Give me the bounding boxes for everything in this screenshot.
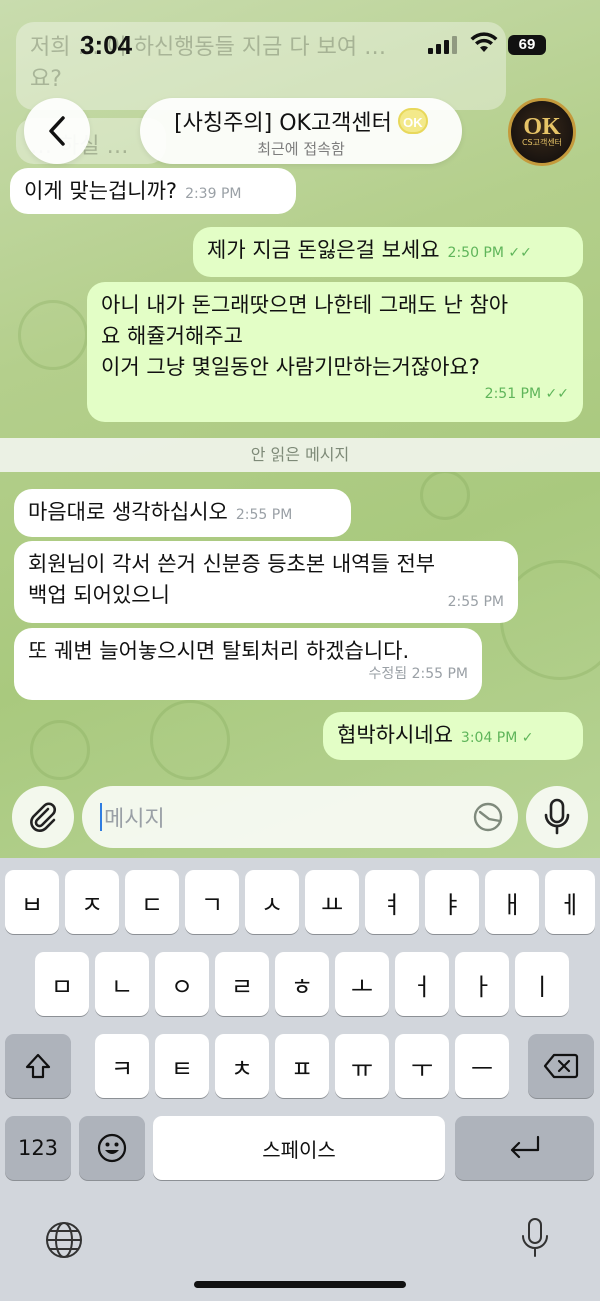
double-check-icon: ✓✓	[503, 245, 532, 261]
wifi-icon	[470, 32, 498, 52]
emoji-key[interactable]	[79, 1116, 145, 1180]
background-doodle	[30, 720, 90, 780]
key[interactable]: ㄹ	[215, 952, 269, 1016]
check-icon: ✓	[517, 730, 534, 746]
unread-divider: 안 읽은 메시지	[0, 438, 600, 472]
key[interactable]: ㅗ	[335, 952, 389, 1016]
outgoing-message[interactable]: 제가 지금 돈잃은걸 보세요 2:50 PM ✓✓	[193, 227, 583, 277]
outgoing-message[interactable]: 협박하시네요 3:04 PM ✓	[323, 712, 583, 760]
key[interactable]: ㅂ	[5, 870, 59, 934]
message-text: 제가 지금 돈잃은걸 보세요	[207, 238, 440, 262]
return-key[interactable]	[455, 1116, 594, 1180]
message-line: 이거 그냥 몇일동안 사람기만하는거잖아요?	[101, 355, 480, 379]
message-meta: 2:51 PM ✓✓	[101, 385, 569, 403]
battery-indicator: 69	[508, 35, 546, 55]
key[interactable]: ㅌ	[155, 1034, 209, 1098]
avatar-logo-text: OK	[523, 114, 561, 140]
key[interactable]: ㅅ	[245, 870, 299, 934]
chat-title-pill[interactable]: [사칭주의] OK고객센터 OK 최근에 접속함	[140, 98, 462, 164]
outgoing-message[interactable]: 아니 내가 돈그래땃으면 나한테 그래도 난 참아 요 해쥴거해주고 이거 그냥…	[87, 282, 583, 422]
avatar-logo-subtext: CS고객센터	[521, 138, 563, 147]
key[interactable]: ㄴ	[95, 952, 149, 1016]
message-input-placeholder: 메시지	[104, 807, 165, 832]
emoji-icon	[97, 1133, 127, 1163]
key[interactable]: ㄷ	[125, 870, 179, 934]
home-indicator[interactable]	[194, 1281, 406, 1288]
message-meta: 수정됨 2:55 PM	[28, 665, 468, 683]
key[interactable]: ㄱ	[185, 870, 239, 934]
message-time: 2:50 PM	[447, 245, 504, 261]
message-time: 2:51 PM	[484, 386, 542, 402]
status-time: 3:04	[80, 30, 133, 60]
shift-key[interactable]	[5, 1034, 71, 1098]
key[interactable]: ㅍ	[275, 1034, 329, 1098]
return-icon	[510, 1135, 539, 1159]
shift-icon	[25, 1053, 51, 1079]
incoming-message[interactable]: 마음대로 생각하십시오 2:55 PM	[14, 489, 351, 537]
message-text: 협박하시네요	[337, 723, 453, 747]
background-doodle	[420, 470, 470, 520]
status-bar: 3:04 69	[0, 0, 600, 90]
message-time: 2:39 PM	[185, 186, 242, 202]
incoming-message[interactable]: 이게 맞는겁니까? 2:39 PM	[10, 168, 296, 214]
key[interactable]: ㅕ	[365, 870, 419, 934]
voice-message-button[interactable]	[526, 786, 588, 848]
incoming-message[interactable]: 또 궤변 늘어놓으시면 탈퇴처리 하겠습니다. 수정됨 2:55 PM	[14, 628, 482, 700]
key[interactable]: ㅋ	[95, 1034, 149, 1098]
message-line: 아니 내가 돈그래땃으면 나한테 그래도 난 참아	[101, 293, 509, 317]
numbers-key[interactable]: 123	[5, 1116, 71, 1180]
key[interactable]: ㅁ	[35, 952, 89, 1016]
last-seen-status: 최근에 접속함	[257, 140, 345, 158]
key[interactable]: ㅛ	[305, 870, 359, 934]
avatar[interactable]: OK CS고객센터	[508, 98, 576, 166]
key[interactable]: ㅇ	[155, 952, 209, 1016]
sticker-icon[interactable]	[472, 801, 504, 833]
dictation-microphone-icon[interactable]	[520, 1216, 550, 1260]
message-line: 백업 되어있으니	[28, 583, 170, 607]
message-line: 회원님이 각서 쓴거 신분증 등초본 내역들 전부	[28, 552, 436, 576]
message-text: 또 궤변 늘어놓으시면 탈퇴처리 하겠습니다.	[28, 639, 410, 663]
microphone-icon	[544, 798, 570, 835]
background-doodle	[150, 700, 230, 780]
chevron-left-icon	[49, 116, 65, 146]
incoming-message[interactable]: 회원님이 각서 쓴거 신분증 등초본 내역들 전부 백업 되어있으니 2:55 …	[14, 541, 518, 623]
key[interactable]: ㅈ	[65, 870, 119, 934]
message-time: 2:55 PM	[235, 507, 293, 523]
chat-title: [사칭주의] OK고객센터	[174, 111, 392, 136]
back-button[interactable]	[24, 98, 90, 164]
text-caret	[100, 803, 102, 831]
key[interactable]: ㅠ	[335, 1034, 389, 1098]
message-time: 2:55 PM	[447, 594, 504, 610]
keyboard: ㅂ ㅈ ㄷ ㄱ ㅅ ㅛ ㅕ ㅑ ㅐ ㅔ ㅁ ㄴ ㅇ ㄹ ㅎ ㅗ ㅓ ㅏ ㅣ ㅋ …	[0, 858, 600, 1301]
message-input[interactable]: 메시지	[82, 786, 518, 848]
paperclip-icon	[30, 802, 56, 832]
ok-emoji-icon: OK	[397, 108, 428, 134]
key[interactable]: ㅊ	[215, 1034, 269, 1098]
key[interactable]: ㅏ	[455, 952, 509, 1016]
message-time: 3:04 PM	[460, 730, 518, 746]
backspace-key[interactable]	[528, 1034, 594, 1098]
key[interactable]: ㅓ	[395, 952, 449, 1016]
key[interactable]: ㅐ	[485, 870, 539, 934]
edited-label: 수정됨	[368, 666, 408, 682]
background-doodle	[18, 300, 88, 370]
space-key[interactable]: 스페이스	[153, 1116, 445, 1180]
message-time: 2:55 PM	[411, 666, 468, 682]
key[interactable]: ㅡ	[455, 1034, 509, 1098]
double-check-icon: ✓✓	[541, 386, 569, 402]
attach-button[interactable]	[12, 786, 74, 848]
message-line: 요 해쥴거해주고	[101, 324, 243, 348]
cellular-signal-icon	[428, 36, 457, 54]
key[interactable]: ㅎ	[275, 952, 329, 1016]
key[interactable]: ㅣ	[515, 952, 569, 1016]
backspace-icon	[543, 1053, 579, 1079]
key[interactable]: ㅜ	[395, 1034, 449, 1098]
key[interactable]: ㅔ	[545, 870, 595, 934]
message-text: 마음대로 생각하십시오	[28, 500, 228, 524]
message-text: 이게 맞는겁니까?	[24, 179, 178, 203]
globe-icon[interactable]	[44, 1220, 84, 1260]
key[interactable]: ㅑ	[425, 870, 479, 934]
